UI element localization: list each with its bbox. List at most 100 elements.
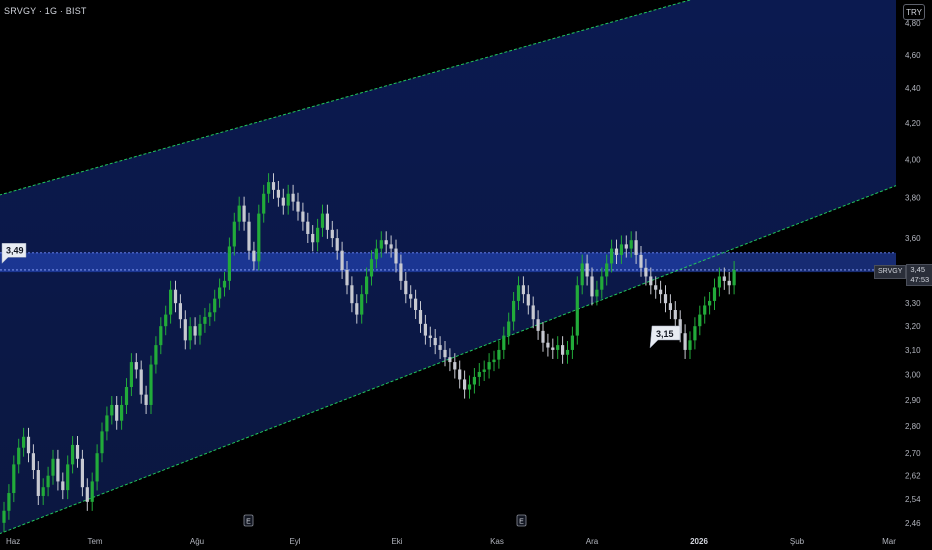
candle-body — [531, 305, 535, 320]
candle-body — [75, 444, 80, 459]
candle-body — [56, 458, 60, 482]
candle-body — [26, 436, 31, 454]
candle-body — [237, 205, 241, 222]
chart-window: 4,80 4,60 4,40 4,20 4,00 3,80 3,60 3,30 3,20 3,10… — [0, 0, 932, 550]
candle-body — [213, 298, 217, 313]
y-tick-label: 4,60 — [905, 51, 921, 60]
x-tick-label: Tem — [87, 537, 102, 546]
candle-body — [394, 248, 398, 264]
candle-body — [639, 254, 643, 268]
candle-body — [164, 314, 168, 327]
callout-label-right: 3,15 — [656, 329, 674, 339]
candle-body — [144, 394, 148, 405]
candle-body — [722, 276, 726, 281]
price-chart[interactable]: 4,804,604,404,204,003,803,603,303,203,10… — [0, 0, 932, 550]
x-tick-label: Mar — [882, 537, 896, 546]
callout-label-left: 3,49 — [6, 245, 24, 255]
y-tick-label: 3,20 — [905, 322, 921, 331]
candle-body — [173, 289, 178, 304]
candle-body — [36, 470, 40, 496]
candle-body — [585, 263, 589, 277]
candle-body — [649, 276, 653, 286]
candle-body — [169, 289, 173, 315]
y-tick-label: 3,00 — [905, 370, 921, 379]
candle-body — [271, 182, 276, 190]
candle-body — [428, 335, 432, 338]
candle-body — [663, 294, 668, 304]
candle-body — [80, 458, 84, 488]
candle-body — [340, 250, 344, 270]
candle-body — [149, 364, 153, 405]
candle-body — [659, 289, 663, 295]
candle-body — [335, 238, 339, 251]
candle-body — [159, 326, 163, 346]
resistance-band — [0, 252, 896, 273]
earnings-marker-label: E — [519, 519, 524, 526]
candle-body — [688, 340, 692, 350]
candle-body — [286, 193, 290, 206]
candle-body — [355, 303, 359, 315]
y-tick-label: 2,62 — [905, 472, 921, 481]
candle-body — [203, 316, 207, 324]
candle-body — [443, 349, 447, 358]
earnings-markers: EE — [243, 514, 527, 527]
candle-body — [178, 303, 182, 320]
candle-body — [242, 205, 246, 222]
y-tick-label: 4,40 — [905, 84, 921, 93]
currency-button[interactable]: TRY — [903, 4, 925, 20]
candle-body — [374, 248, 378, 260]
candle-body — [507, 321, 511, 336]
candle-body — [414, 298, 418, 311]
candle-body — [227, 246, 231, 281]
x-tick-label: Ara — [586, 537, 599, 546]
candle-body — [453, 362, 457, 370]
candle-body — [208, 312, 212, 317]
candle-body — [526, 294, 530, 306]
candle-body — [541, 330, 545, 343]
y-tick-label: 2,46 — [905, 519, 921, 528]
candle-body — [90, 481, 94, 502]
candle-body — [262, 193, 266, 214]
y-tick-label: 4,00 — [905, 155, 921, 164]
candle-body — [198, 323, 202, 336]
candle-body — [389, 244, 393, 249]
price-tag-price: 3,45 — [910, 265, 925, 274]
candle-body — [330, 229, 334, 239]
candle-body — [124, 387, 129, 405]
candle-body — [350, 285, 354, 304]
candle-body — [95, 453, 99, 482]
candle-body — [487, 362, 491, 370]
candle-body — [17, 447, 21, 465]
x-tick-label: Şub — [790, 537, 805, 546]
candle-body — [345, 269, 349, 286]
candle-body — [570, 335, 574, 350]
candle-body — [418, 310, 423, 324]
candle-body — [129, 362, 133, 388]
candle-body — [551, 347, 555, 350]
candle-body — [311, 233, 315, 243]
candle-body — [467, 384, 472, 390]
x-tick-label: Ağu — [190, 537, 204, 546]
candle-body — [139, 369, 143, 395]
candle-body — [188, 326, 192, 341]
y-tick-label: 2,90 — [905, 396, 921, 405]
candle-body — [516, 285, 521, 301]
candle-body — [61, 481, 65, 491]
candle-body — [708, 300, 712, 306]
candle-body — [247, 221, 251, 251]
candle-body — [492, 359, 496, 363]
candle-body — [590, 276, 594, 297]
candle-body — [556, 345, 560, 350]
candle-body — [120, 404, 124, 421]
x-tick-label: Haz — [6, 537, 20, 546]
candle-body — [610, 248, 614, 264]
x-tick-label: Kas — [490, 537, 504, 546]
time-axis[interactable]: Haz Tem Ağu Eyl Eki Kas Ara 2026 Şub Mar — [6, 537, 896, 546]
candle-body — [404, 280, 408, 295]
last-price-tag: SRVGY 3,45 47:53 — [874, 264, 932, 286]
y-tick-label: 3,80 — [905, 194, 921, 203]
candle-body — [683, 333, 687, 350]
candle-body — [85, 487, 89, 502]
candle-body — [360, 294, 364, 315]
candle-body — [22, 436, 26, 448]
